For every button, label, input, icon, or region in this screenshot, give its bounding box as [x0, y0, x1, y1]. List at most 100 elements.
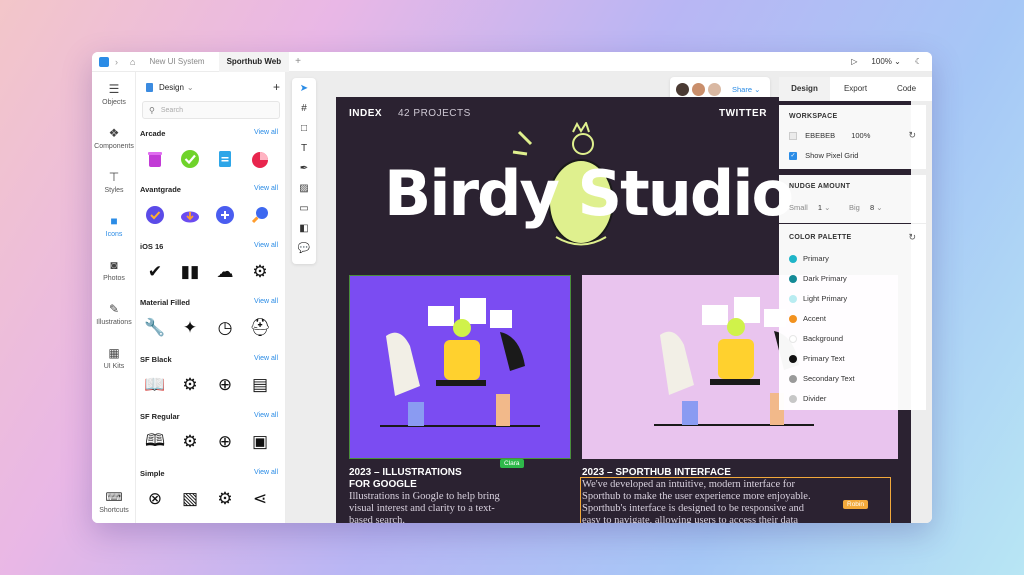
- project-card-google[interactable]: [349, 275, 571, 459]
- image-icon[interactable]: ▣: [249, 431, 271, 453]
- color-swatch: [789, 295, 797, 304]
- cloud-download-icon[interactable]: ☁: [214, 261, 236, 283]
- view-all-link[interactable]: View all: [254, 242, 278, 249]
- avatar[interactable]: [692, 82, 705, 96]
- big-label: Big: [849, 203, 860, 212]
- checkbox-checked-icon: ✓: [789, 152, 797, 161]
- view-all-link[interactable]: View all: [254, 185, 278, 192]
- rail-label: Styles: [104, 187, 124, 194]
- palette-item-primary-text[interactable]: Primary Text: [789, 354, 845, 364]
- clock-icon[interactable]: ◷: [214, 317, 236, 339]
- document-icon[interactable]: [214, 148, 236, 170]
- rectangle-tool-icon[interactable]: □: [292, 123, 316, 134]
- palette-item-background[interactable]: Background: [789, 334, 843, 344]
- tab-new-ui-system[interactable]: New UI System: [141, 52, 212, 72]
- gear-outline-icon[interactable]: ⚙: [214, 488, 236, 510]
- view-all-link[interactable]: View all: [254, 469, 278, 476]
- home-icon[interactable]: ⌂: [130, 57, 135, 67]
- small-label: Small: [789, 203, 808, 212]
- frame-tool-icon[interactable]: #: [292, 103, 316, 114]
- trash-icon[interactable]: [144, 148, 166, 170]
- gear-icon[interactable]: ⚙: [179, 374, 201, 396]
- palette-item-dark-primary[interactable]: Dark Primary: [789, 274, 847, 284]
- nudge-big[interactable]: Big 8 ⌄: [849, 203, 882, 212]
- workspace-section: WORKSPACE EBEBEB 100% ↻ ✓ Show Pixel Gri…: [779, 105, 926, 169]
- nudge-small[interactable]: Small 1 ⌄: [789, 203, 830, 212]
- moon-icon[interactable]: ☾: [915, 57, 922, 66]
- avatar[interactable]: [708, 82, 721, 96]
- rail-item-styles[interactable]: ⊤ Styles: [92, 170, 136, 194]
- add-circle-outline-icon[interactable]: ⊕: [214, 431, 236, 453]
- workspace-color-row[interactable]: EBEBEB 100%: [789, 131, 870, 141]
- nav-twitter[interactable]: TWITTER: [719, 108, 767, 119]
- check-circle-icon[interactable]: [179, 148, 201, 170]
- refresh-icon[interactable]: ↻: [908, 232, 916, 243]
- illustration-people-desk: [380, 298, 540, 427]
- palette-item-light-primary[interactable]: Light Primary: [789, 294, 847, 304]
- pixel-grid-checkbox[interactable]: ✓ Show Pixel Grid: [789, 151, 858, 161]
- rail-item-components[interactable]: ❖ Components: [92, 126, 136, 150]
- avatar[interactable]: [676, 82, 689, 96]
- add-icon[interactable]: +: [273, 80, 280, 94]
- view-all-link[interactable]: View all: [254, 355, 278, 362]
- view-all-link[interactable]: View all: [254, 129, 278, 136]
- rail-item-icons[interactable]: ■ Icons: [92, 214, 136, 238]
- card1-desc-1: Illustrations in Google to help bring: [349, 491, 500, 502]
- share-button[interactable]: Share ⌄: [732, 85, 760, 94]
- comment-tool-icon[interactable]: 💬: [292, 243, 316, 254]
- play-icon[interactable]: ▷: [851, 57, 857, 66]
- share-icon[interactable]: ⋖: [249, 488, 271, 510]
- refresh-icon[interactable]: ↻: [908, 130, 916, 141]
- add-tab-icon[interactable]: +: [295, 56, 301, 67]
- grid-icon: ▦: [108, 346, 120, 360]
- close-circle-icon[interactable]: ⊗: [144, 488, 166, 510]
- tab-sporthub-web[interactable]: Sporthub Web: [218, 52, 290, 72]
- file-chart-icon[interactable]: ▧: [179, 488, 201, 510]
- rail-item-ui-kits[interactable]: ▦ UI Kits: [92, 346, 136, 370]
- view-all-link[interactable]: View all: [254, 298, 278, 305]
- tab-code[interactable]: Code: [881, 77, 932, 101]
- cloud-download-icon[interactable]: [179, 204, 201, 226]
- search-zoom-icon[interactable]: [249, 204, 271, 226]
- rail-item-objects[interactable]: ☰ Objects: [92, 82, 136, 106]
- palette-item-primary[interactable]: Primary: [789, 254, 829, 264]
- incognito-icon[interactable]: ⛑: [249, 317, 271, 339]
- cursor-label-robin: Robin: [843, 500, 868, 509]
- app-logo-icon[interactable]: [99, 56, 109, 67]
- nav-index[interactable]: INDEX: [349, 108, 382, 119]
- search-input[interactable]: ⚲ Search: [142, 101, 280, 119]
- check-circle-filled-icon[interactable]: ✔: [144, 261, 166, 283]
- rail-item-illustrations[interactable]: ✎ Illustrations: [92, 302, 136, 326]
- input-tool-icon[interactable]: ▭: [292, 203, 316, 214]
- book-open-icon[interactable]: 📖: [144, 374, 166, 396]
- tool-bar: ➤ # □ T ✒ ▨ ▭ ◧ 💬: [292, 78, 316, 264]
- rail-item-photos[interactable]: ◙ Photos: [92, 258, 136, 282]
- twitter-icon[interactable]: ✦: [179, 317, 201, 339]
- book-icon[interactable]: ▮▮: [179, 261, 201, 283]
- pie-chart-icon[interactable]: [249, 148, 271, 170]
- pen-tool-icon[interactable]: ✒: [292, 163, 316, 174]
- view-all-link[interactable]: View all: [254, 412, 278, 419]
- check-badge-icon[interactable]: [144, 204, 166, 226]
- tab-design[interactable]: Design: [779, 77, 830, 101]
- canvas[interactable]: ➤ # □ T ✒ ▨ ▭ ◧ 💬 Share ⌄ INDEX 42 PROJE…: [286, 72, 932, 523]
- zoom-level[interactable]: 100% ⌄: [871, 57, 900, 66]
- add-circle-icon[interactable]: ⊕: [214, 374, 236, 396]
- file-chart-icon[interactable]: ▤: [249, 374, 271, 396]
- text-tool-icon[interactable]: T: [292, 143, 316, 154]
- gears-icon[interactable]: ⚙: [249, 261, 271, 283]
- image-tool-icon[interactable]: ▨: [292, 183, 316, 194]
- book-open-outline-icon[interactable]: 🕮: [144, 431, 166, 453]
- gear-outline-icon[interactable]: ⚙: [179, 431, 201, 453]
- nav-projects[interactable]: 42 PROJECTS: [398, 108, 471, 119]
- component-tool-icon[interactable]: ◧: [292, 223, 316, 234]
- tab-export[interactable]: Export: [830, 77, 881, 101]
- palette-item-divider[interactable]: Divider: [789, 394, 826, 404]
- wrench-icon[interactable]: 🔧: [144, 317, 166, 339]
- palette-item-accent[interactable]: Accent: [789, 314, 826, 324]
- rail-item-shortcuts[interactable]: ⌨ Shortcuts: [92, 490, 136, 514]
- palette-item-secondary-text[interactable]: Secondary Text: [789, 374, 855, 384]
- add-circle-icon[interactable]: [214, 204, 236, 226]
- panel-header[interactable]: Design ⌄ +: [146, 80, 280, 94]
- select-tool-icon[interactable]: ➤: [292, 83, 316, 94]
